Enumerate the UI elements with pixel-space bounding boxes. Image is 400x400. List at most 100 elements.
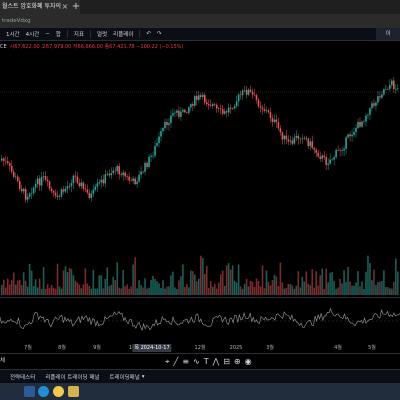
candle-body [42, 176, 45, 178]
interval-1h-button[interactable]: 1시간 [6, 30, 20, 38]
volume-bar [168, 286, 170, 295]
sum-button[interactable]: 합 [56, 30, 61, 38]
volume-bar [311, 269, 314, 295]
candle-body [200, 95, 202, 98]
chrome-browser-icon[interactable] [53, 386, 64, 397]
volume-bar [273, 274, 276, 295]
volume-bar [373, 269, 375, 295]
tab-replay-trading-panel[interactable]: 리플레이 트레이딩 패널 [45, 373, 99, 381]
volume-bar [14, 284, 17, 295]
indicators-button[interactable]: 지표 [74, 30, 84, 38]
oscillator-pane[interactable] [0, 300, 400, 342]
drawing-bar-label[interactable]: 체 [0, 354, 5, 369]
tab-trading-panel[interactable]: 트레이딩패널 [109, 373, 139, 381]
candle-body [289, 140, 292, 142]
edge-browser-icon[interactable] [38, 386, 49, 397]
candle-body [375, 102, 377, 106]
candle-body [321, 155, 323, 159]
volume-bar [106, 267, 109, 295]
candle-body [4, 160, 7, 162]
candle-body [203, 94, 206, 103]
url-text[interactable]: tradeVdxg [2, 15, 31, 27]
zoom-icon[interactable]: ⊕ [234, 354, 241, 369]
candle-body [196, 96, 198, 100]
pane-divider[interactable] [0, 297, 400, 298]
volume-bar [261, 265, 264, 295]
candle-body [333, 157, 335, 160]
redo-icon[interactable]: ↷ [157, 31, 162, 37]
chevron-down-icon[interactable]: ▾ [142, 374, 145, 380]
volume-bar [235, 282, 238, 295]
minus-button[interactable]: − [45, 31, 50, 37]
cursor-icon[interactable]: ⌖ [165, 354, 170, 369]
volume-bar [100, 275, 103, 295]
volume-bar [233, 280, 236, 295]
volume-bar [134, 257, 136, 295]
volume-bar [333, 280, 335, 295]
candle-body [58, 196, 61, 198]
volume-bar [1, 284, 3, 295]
volume-bar [78, 284, 81, 295]
candle-body [168, 123, 170, 126]
volume-bar [287, 283, 290, 295]
eye-icon[interactable]: ◉ [245, 354, 252, 369]
volume-bar [28, 263, 31, 295]
volume-bar [18, 279, 21, 295]
interval-4h-button[interactable]: 4시간 [26, 30, 40, 38]
symbol-label[interactable]: CE [0, 43, 7, 51]
line-icon[interactable]: ╱ [174, 354, 179, 369]
toolbar-divider [66, 30, 68, 38]
candle-body [166, 121, 168, 126]
candle-body [261, 107, 264, 110]
volume-bar [138, 280, 140, 295]
candle-body [257, 99, 260, 107]
alert-button[interactable]: 얼럿 [97, 30, 107, 38]
candle-body [249, 89, 252, 92]
fib-icon[interactable]: ≡ [182, 354, 189, 369]
text-icon[interactable]: T [204, 354, 209, 369]
volume-bar [190, 270, 192, 295]
undo-icon[interactable]: ↶ [146, 31, 151, 37]
volume-bar [76, 282, 79, 295]
candle-body [48, 181, 51, 189]
candle-body [213, 104, 216, 105]
right-panel-button[interactable]: 이 [376, 28, 400, 40]
candle-body [44, 176, 47, 180]
ruler-icon[interactable]: ⊟ [223, 354, 230, 369]
volume-bar [178, 280, 180, 295]
volume-bar [80, 288, 83, 295]
volume-bar [82, 284, 85, 295]
time-tick-label: 8월 [58, 345, 66, 351]
volume-bar [207, 288, 210, 295]
new-tab-button[interactable]: + [71, 0, 81, 14]
pattern-icon[interactable]: ⋀ [213, 354, 220, 369]
volume-bar [347, 266, 349, 295]
tab-strategy-tester[interactable]: 전략테스터 [10, 373, 35, 381]
candle-body [319, 156, 321, 159]
volume-bar [229, 269, 232, 295]
candle-body [16, 176, 19, 182]
candle-body [140, 171, 142, 175]
close-tab-icon[interactable]: × [60, 0, 70, 14]
candle-body [160, 130, 162, 137]
candle-body [128, 176, 130, 181]
brush-icon[interactable]: ∿ [193, 354, 200, 369]
candle-body [2, 158, 5, 161]
volume-bar [40, 288, 43, 295]
volume-bar [329, 272, 331, 295]
replay-button[interactable]: 리플레이 [113, 30, 133, 38]
time-axis[interactable]: 7월8월9월1012월20253월4월5월목 2024-10-17 [0, 343, 400, 353]
address-bar[interactable] [0, 14, 400, 28]
candle-body [391, 80, 393, 86]
candlestick-chart[interactable] [0, 52, 400, 295]
windows-start-icon[interactable] [24, 386, 35, 397]
candle-body [148, 156, 150, 168]
candle-body [339, 150, 341, 151]
candle-body [307, 138, 310, 147]
candle-body [325, 157, 327, 165]
volume-bar [317, 285, 320, 295]
candle-body [104, 174, 107, 184]
file-explorer-icon[interactable] [68, 386, 79, 397]
time-tick-label: 12월 [194, 345, 206, 351]
candle-body [24, 188, 27, 200]
